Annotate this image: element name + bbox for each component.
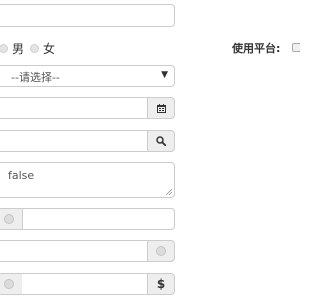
textarea-value: false xyxy=(8,169,35,182)
date-input[interactable] xyxy=(0,97,147,119)
radio-icon xyxy=(156,246,166,256)
category-select[interactable]: --请选择-- ▼ xyxy=(0,65,175,87)
female-radio-label: 女 xyxy=(43,41,56,56)
resize-grip-icon[interactable] xyxy=(165,188,172,195)
search-button[interactable] xyxy=(147,130,175,152)
date-input-group xyxy=(0,97,175,119)
search-input[interactable] xyxy=(0,130,147,152)
radio-addon-input[interactable] xyxy=(22,208,175,230)
radio-icon xyxy=(3,214,14,224)
calendar-icon xyxy=(156,103,166,113)
radio-addon-input-group xyxy=(0,208,175,230)
radio-icon xyxy=(3,279,14,289)
male-radio[interactable] xyxy=(0,43,8,53)
select-value: --请选择-- xyxy=(11,71,60,84)
caret-down-icon: ▼ xyxy=(161,70,168,80)
search-icon xyxy=(156,136,166,146)
radio-right-input-group xyxy=(0,240,175,262)
currency-input[interactable] xyxy=(22,273,147,295)
text-input[interactable] xyxy=(0,4,175,27)
currency-addon: $ xyxy=(147,273,175,295)
dollar-icon: $ xyxy=(156,277,166,291)
currency-input-group: $ xyxy=(0,273,175,295)
left-radio-addon[interactable] xyxy=(0,273,23,295)
male-radio-label: 男 xyxy=(12,41,25,56)
textarea[interactable]: false xyxy=(0,162,175,198)
right-radio-addon[interactable] xyxy=(147,240,175,262)
gender-radio-group: 男 女 xyxy=(0,40,61,56)
form-page: 男 女 使用平台: --请选择-- ▼ false $ xyxy=(0,0,300,300)
platform-label: 使用平台: xyxy=(232,42,281,55)
female-radio[interactable] xyxy=(30,43,40,53)
search-input-group xyxy=(0,130,175,152)
platform-checkbox[interactable] xyxy=(292,43,300,52)
calendar-button[interactable] xyxy=(147,97,175,119)
radio-right-input[interactable] xyxy=(0,240,147,262)
left-radio-addon[interactable] xyxy=(0,208,23,230)
